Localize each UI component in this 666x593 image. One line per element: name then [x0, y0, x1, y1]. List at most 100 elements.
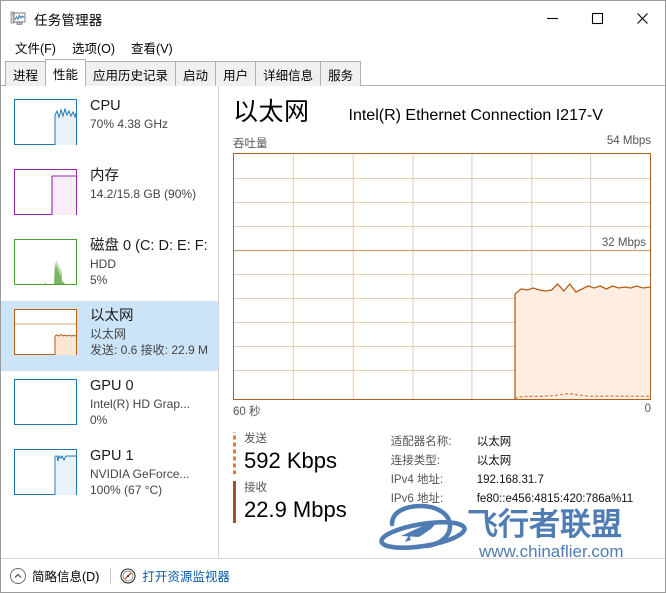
menu-options[interactable]: 选项(O) [66, 36, 122, 59]
menu-view[interactable]: 查看(V) [125, 36, 180, 59]
send-label: 发送 [244, 433, 267, 445]
panel-header: 以太网 Intel(R) Ethernet Connection I217-V [233, 86, 651, 127]
receive-stat: 接收 22.9 Mbps [233, 481, 347, 523]
tab-performance[interactable]: 性能 [45, 59, 87, 86]
minimize-button[interactable] [530, 1, 575, 36]
sidebar-title-gpu1: GPU 1 [90, 448, 134, 464]
sidebar-sub-memory: 14.2/15.8 GB (90%) [90, 187, 197, 201]
throughput-graph-svg [233, 153, 651, 400]
tab-users[interactable]: 用户 [215, 61, 257, 86]
info-key-adapter-name: 适配器名称: [390, 436, 452, 448]
chevron-up-icon [10, 567, 26, 584]
graph-mid-label: 32 Mbps [601, 237, 646, 249]
task-manager-icon [10, 11, 26, 27]
receive-value: 22.9 Mbps [244, 497, 347, 522]
open-resource-monitor-link[interactable]: 打开资源监视器 [120, 566, 230, 585]
send-value: 592 Kbps [244, 448, 337, 473]
sidebar-title-gpu0: GPU 0 [90, 378, 134, 394]
performance-sidebar[interactable]: CPU 70% 4.38 GHz 内存 14.2/15.8 GB (90%) 磁… [1, 86, 219, 558]
sidebar-text-gpu0: GPU 0 Intel(R) HD Grap... 0% [90, 377, 190, 428]
gpu1-thumbnail [14, 449, 77, 495]
sidebar-title-disk: 磁盘 0 (C: D: E: F: [90, 238, 208, 254]
time-axis-left: 60 秒 [233, 406, 261, 418]
resource-monitor-icon [120, 567, 136, 584]
sidebar-text-ethernet: 以太网 以太网 发送: 0.6 接收: 22.9 M [90, 307, 208, 358]
title-bar: 任务管理器 [1, 1, 665, 36]
info-key-connection-type: 连接类型: [390, 455, 440, 467]
sidebar-text-cpu: CPU 70% 4.38 GHz [90, 97, 168, 132]
info-row-ipv4: IPv4 地址: 192.168.31.7 [391, 471, 633, 490]
sidebar-sub2-gpu1: 100% (67 °C) [90, 483, 163, 497]
footer-divider [110, 567, 112, 584]
throughput-values: 发送 592 Kbps 接收 22.9 Mbps [233, 432, 347, 530]
sidebar-item-gpu1[interactable]: GPU 1 NVIDIA GeForce... 100% (67 °C) [1, 441, 218, 511]
sidebar-sub-ethernet: 以太网 [90, 327, 127, 341]
sidebar-text-gpu1: GPU 1 NVIDIA GeForce... 100% (67 °C) [90, 447, 189, 498]
sidebar-sub2-gpu0: 0% [90, 413, 108, 427]
adapter-info-table: 适配器名称: 以太网 连接类型: 以太网 IPv4 地址: 192.168.31… [391, 432, 633, 530]
sidebar-sub-cpu: 70% 4.38 GHz [90, 117, 169, 131]
content-area: CPU 70% 4.38 GHz 内存 14.2/15.8 GB (90%) 磁… [1, 86, 665, 558]
info-value-ipv4: 192.168.31.7 [476, 474, 544, 486]
tab-bar: 进程 性能 应用历史记录 启动 用户 详细信息 服务 [1, 59, 665, 86]
fewer-details-label: 简略信息(D) [32, 570, 100, 584]
memory-thumbnail [14, 169, 77, 215]
throughput-graph: 32 Mbps [233, 153, 651, 400]
adapter-model: Intel(R) Ethernet Connection I217-V [348, 107, 603, 124]
send-stat: 发送 592 Kbps [233, 432, 347, 474]
sidebar-item-ethernet[interactable]: 以太网 以太网 发送: 0.6 接收: 22.9 M [1, 301, 218, 371]
info-value-adapter-name: 以太网 [476, 436, 512, 448]
sidebar-sub-disk: HDD [90, 257, 116, 271]
time-axis-right: 0 [644, 403, 651, 415]
maximize-button[interactable] [575, 1, 620, 36]
page-title: 以太网 [233, 98, 310, 126]
sidebar-text-disk: 磁盘 0 (C: D: E: F: HDD 5% [90, 237, 208, 288]
menu-bar: 文件(F) 选项(O) 查看(V) [1, 36, 665, 59]
sidebar-item-disk[interactable]: 磁盘 0 (C: D: E: F: HDD 5% [1, 231, 218, 301]
sidebar-title-ethernet: 以太网 [90, 308, 134, 324]
send-color-swatch [233, 432, 236, 474]
sidebar-title-cpu: CPU [90, 98, 121, 114]
graph-label: 吞吐量 [233, 138, 268, 150]
sidebar-sub-gpu0: Intel(R) HD Grap... [90, 397, 191, 411]
performance-detail-panel: 以太网 Intel(R) Ethernet Connection I217-V … [219, 86, 665, 558]
disk-thumbnail [14, 239, 77, 285]
sidebar-sub2-ethernet: 发送: 0.6 接收: 22.9 M [90, 343, 209, 357]
resource-monitor-label: 打开资源监视器 [142, 570, 230, 584]
info-key-ipv4: IPv4 地址: [390, 474, 444, 486]
info-key-ipv6: IPv6 地址: [390, 493, 444, 505]
info-row-connection-type: 连接类型: 以太网 [391, 452, 633, 471]
receive-label: 接收 [244, 482, 267, 494]
sidebar-item-memory[interactable]: 内存 14.2/15.8 GB (90%) [1, 161, 218, 231]
tab-processes[interactable]: 进程 [5, 61, 47, 86]
info-row-adapter-name: 适配器名称: 以太网 [391, 433, 633, 452]
sidebar-title-memory: 内存 [90, 168, 119, 184]
gpu0-thumbnail [14, 379, 77, 425]
receive-color-swatch [233, 481, 236, 523]
sidebar-item-cpu[interactable]: CPU 70% 4.38 GHz [1, 91, 218, 161]
status-bar: 简略信息(D) 打开资源监视器 [1, 558, 665, 592]
sidebar-sub2-disk: 5% [90, 273, 108, 287]
tab-details[interactable]: 详细信息 [255, 61, 322, 86]
tab-app-history[interactable]: 应用历史记录 [85, 61, 177, 86]
fewer-details-button[interactable]: 简略信息(D) [10, 566, 99, 585]
tab-services[interactable]: 服务 [320, 61, 362, 86]
info-value-ipv6: fe80::e456:4815:420:786a%11 [476, 493, 634, 505]
graph-max-value: 54 Mbps [606, 135, 651, 147]
sidebar-text-memory: 内存 14.2/15.8 GB (90%) [90, 167, 196, 202]
menu-file[interactable]: 文件(F) [9, 36, 63, 59]
ethernet-thumbnail [14, 309, 77, 355]
graph-axis-header: 吞吐量 54 Mbps [233, 135, 651, 151]
window-controls [530, 1, 665, 36]
sidebar-item-gpu0[interactable]: GPU 0 Intel(R) HD Grap... 0% [1, 371, 218, 441]
receive-area [515, 284, 650, 399]
window-title: 任务管理器 [34, 12, 103, 28]
graph-time-axis: 60 秒 0 [233, 403, 651, 419]
info-value-connection-type: 以太网 [476, 455, 512, 467]
tab-startup[interactable]: 启动 [175, 61, 217, 86]
sidebar-sub-gpu1: NVIDIA GeForce... [90, 467, 190, 481]
close-button[interactable] [620, 1, 665, 36]
stats-area: 发送 592 Kbps 接收 22.9 Mbps 适配器名称: 以太网 连接类型… [233, 432, 651, 530]
info-row-ipv6: IPv6 地址: fe80::e456:4815:420:786a%11 [391, 490, 633, 509]
cpu-thumbnail [14, 99, 77, 145]
